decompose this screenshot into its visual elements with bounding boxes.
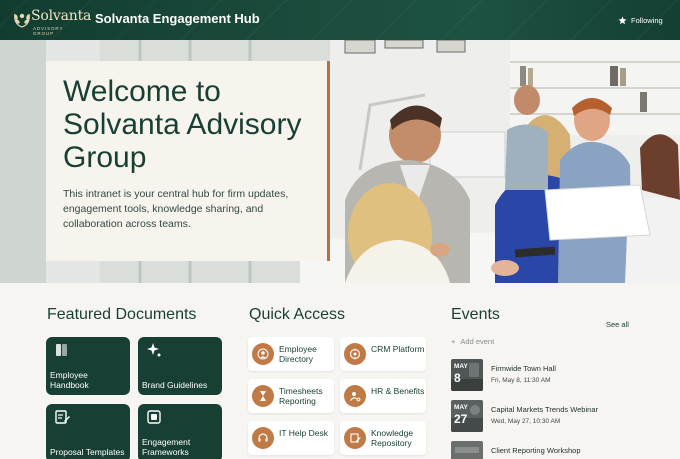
quick-link-label: IT Help Desk bbox=[279, 428, 328, 438]
people-icon bbox=[252, 343, 274, 365]
quick-link-hr-benefits[interactable]: HR & Benefits bbox=[340, 379, 426, 413]
welcome-title: Welcome to Solvanta Advisory Group bbox=[63, 75, 302, 174]
doc-label: Brand Guidelines bbox=[142, 379, 208, 390]
laurel-logo-icon bbox=[14, 13, 30, 28]
headset-icon bbox=[252, 427, 274, 449]
welcome-card: Welcome to Solvanta Advisory Group This … bbox=[46, 61, 330, 261]
quick-link-it-help-desk[interactable]: IT Help Desk bbox=[248, 421, 334, 455]
featured-documents-heading: Featured Documents bbox=[47, 306, 197, 323]
doc-engagement-frameworks[interactable]: Engagement Frameworks bbox=[138, 404, 222, 459]
site-title[interactable]: Solvanta Engagement Hub bbox=[95, 11, 260, 26]
quick-link-crm-platform[interactable]: CRM Platform bbox=[340, 337, 426, 371]
event-date-badge: MAY 27 bbox=[451, 400, 483, 432]
welcome-description: This intranet is your central hub for fi… bbox=[63, 188, 289, 230]
add-event-button[interactable]: + Add event bbox=[451, 337, 494, 346]
quick-link-knowledge-repository[interactable]: Knowledge Repository bbox=[340, 421, 426, 455]
event-thumbnail bbox=[451, 441, 483, 459]
quick-link-label: Knowledge Repository bbox=[371, 428, 414, 448]
hourglass-icon bbox=[252, 385, 274, 407]
logo-tagline: ADVISORY GROUP bbox=[33, 26, 64, 36]
event-month: MAY bbox=[454, 363, 468, 370]
sparkle-icon bbox=[147, 343, 161, 357]
framework-icon bbox=[147, 410, 161, 424]
edit-document-icon bbox=[55, 410, 70, 424]
event-day: 27 bbox=[454, 412, 468, 426]
edit-document-icon bbox=[344, 427, 366, 449]
person-key-icon bbox=[344, 385, 366, 407]
event-date-badge: MAY 8 bbox=[451, 359, 483, 391]
site-header: Solvanta ADVISORY GROUP Solvanta Engagem… bbox=[0, 0, 680, 40]
event-date-badge bbox=[451, 441, 483, 459]
event-item[interactable]: MAY 8 Firmwide Town Hall Fri, May 8, 11:… bbox=[451, 359, 651, 391]
doc-proposal-templates[interactable]: Proposal Templates bbox=[46, 404, 130, 459]
event-day: 8 bbox=[454, 371, 461, 385]
star-icon bbox=[618, 16, 627, 24]
doc-employee-handbook[interactable]: Employee Handbook bbox=[46, 337, 130, 395]
doc-label: Engagement Frameworks bbox=[142, 437, 191, 457]
doc-label: Employee Handbook bbox=[50, 370, 89, 390]
event-title: Firmwide Town Hall bbox=[491, 364, 556, 373]
hero-banner: Welcome to Solvanta Advisory Group This … bbox=[0, 40, 680, 283]
quick-link-label: CRM Platform bbox=[371, 344, 425, 354]
quick-link-label: Employee Directory bbox=[279, 344, 317, 364]
following-label: Following bbox=[631, 15, 663, 25]
quick-link-label: HR & Benefits bbox=[371, 386, 425, 396]
doc-brand-guidelines[interactable]: Brand Guidelines bbox=[138, 337, 222, 395]
quick-link-employee-directory[interactable]: Employee Directory bbox=[248, 337, 334, 371]
target-icon bbox=[344, 343, 366, 365]
book-icon bbox=[56, 344, 67, 356]
quick-access-heading: Quick Access bbox=[249, 306, 346, 323]
event-month: MAY bbox=[454, 404, 468, 411]
logo-name: Solvanta bbox=[31, 8, 92, 24]
event-title: Capital Markets Trends Webinar bbox=[491, 405, 598, 414]
add-event-label: Add event bbox=[460, 337, 495, 346]
doc-label: Proposal Templates bbox=[50, 446, 125, 457]
quick-link-timesheets-reporting[interactable]: Timesheets Reporting bbox=[248, 379, 334, 413]
events-heading: Events bbox=[451, 306, 500, 323]
event-time: Fri, May 8, 11:30 AM bbox=[491, 377, 551, 384]
event-title: Client Reporting Workshop bbox=[491, 446, 581, 455]
site-logo[interactable]: Solvanta ADVISORY GROUP bbox=[12, 7, 91, 36]
following-button[interactable]: Following bbox=[618, 12, 663, 28]
see-all-events-link[interactable]: See all bbox=[606, 320, 629, 329]
event-item[interactable]: Client Reporting Workshop bbox=[451, 441, 651, 459]
quick-link-label: Timesheets Reporting bbox=[279, 386, 323, 406]
event-time: Wed, May 27, 10:30 AM bbox=[491, 418, 561, 425]
event-item[interactable]: MAY 27 Capital Markets Trends Webinar We… bbox=[451, 400, 651, 432]
plus-icon: + bbox=[451, 337, 456, 346]
